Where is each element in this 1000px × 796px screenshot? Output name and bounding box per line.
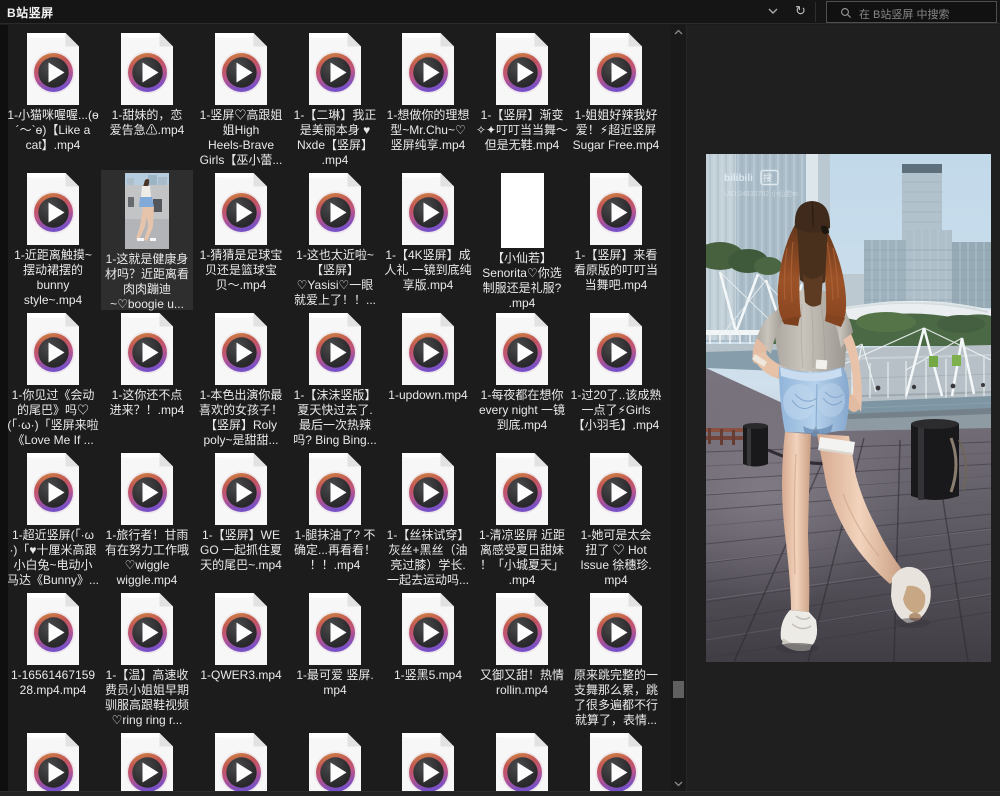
svg-text:搜: 搜: [763, 172, 772, 183]
svg-text:bilibili: bilibili: [724, 173, 753, 184]
svg-text:UID:34930782 小仙若m: UID:34930782 小仙若m: [724, 189, 798, 198]
